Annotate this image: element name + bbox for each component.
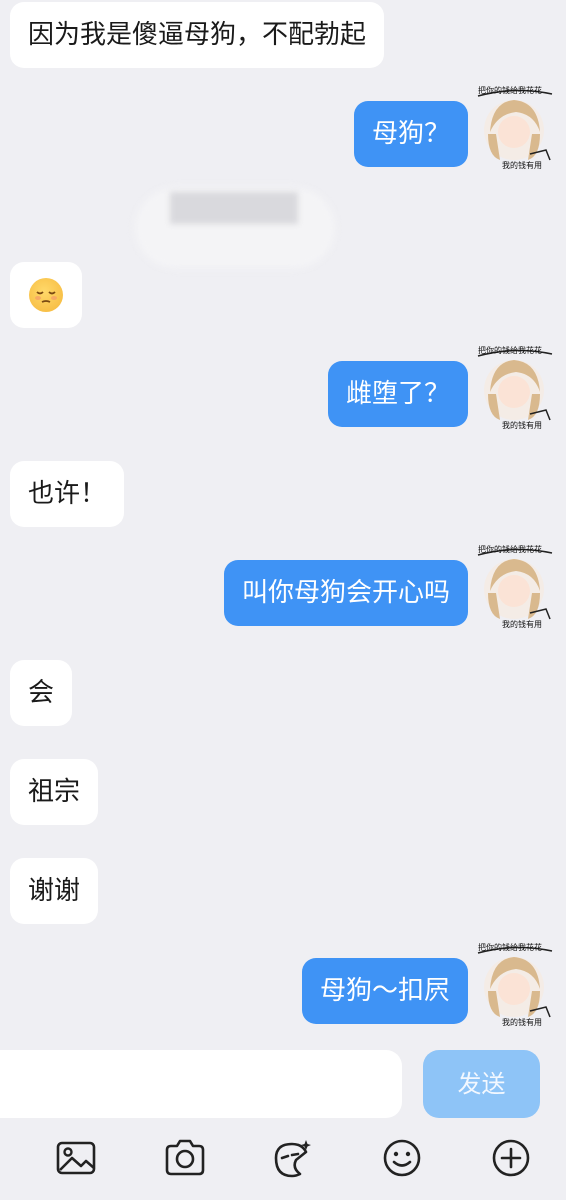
- outgoing-message[interactable]: 母狗？: [353, 101, 468, 167]
- avatar-bottom-caption: 我的钱有用: [502, 619, 542, 629]
- composer-bar: 发送: [0, 1040, 566, 1122]
- message-text: 母狗？: [371, 119, 450, 149]
- message-text: 谢谢: [28, 876, 81, 906]
- message-text: 会: [28, 678, 55, 708]
- camera-icon[interactable]: [163, 1136, 207, 1180]
- avatar-top-caption: 把你的钱给我花花: [478, 544, 542, 554]
- input-toolbar: [0, 1122, 566, 1200]
- message-text: 雌堕了？: [345, 379, 450, 409]
- incoming-message[interactable]: 会: [10, 660, 73, 726]
- plus-icon[interactable]: [489, 1136, 533, 1180]
- incoming-message[interactable]: 祖宗: [10, 759, 99, 825]
- incoming-message[interactable]: 因为我是傻逼母狗，不配勃起: [10, 2, 385, 68]
- incoming-message[interactable]: 也许！: [10, 461, 125, 527]
- avatar-bottom-caption: 我的钱有用: [502, 160, 542, 170]
- avatar[interactable]: 把你的钱给我花花 我的钱有用: [476, 543, 556, 631]
- incoming-message[interactable]: [10, 262, 82, 328]
- message-text: 叫你母狗会开心吗: [241, 578, 450, 608]
- relieved-face-icon: [29, 278, 63, 312]
- incoming-message[interactable]: 谢谢: [10, 858, 99, 924]
- image-icon[interactable]: [54, 1136, 98, 1180]
- redacted-text-blur: [170, 192, 298, 224]
- message-text: 母狗～扣屄: [319, 976, 450, 1006]
- message-text: 也许！: [28, 479, 107, 509]
- outgoing-message[interactable]: 叫你母狗会开心吗: [223, 560, 468, 626]
- avatar-top-caption: 把你的钱给我花花: [478, 345, 542, 355]
- outgoing-message[interactable]: 母狗～扣屄: [301, 958, 468, 1024]
- avatar-top-caption: 把你的钱给我花花: [478, 85, 542, 95]
- avatar-top-caption: 把你的钱给我花花: [478, 942, 542, 952]
- outgoing-message[interactable]: 雌堕了？: [327, 361, 468, 427]
- avatar-bottom-caption: 我的钱有用: [502, 420, 542, 430]
- avatar-bottom-caption: 我的钱有用: [502, 1017, 542, 1027]
- avatar[interactable]: 把你的钱给我花花 我的钱有用: [476, 941, 556, 1029]
- message-text: 祖宗: [28, 777, 81, 807]
- avatar[interactable]: 把你的钱给我花花 我的钱有用: [476, 344, 556, 432]
- message-input[interactable]: [0, 1050, 402, 1118]
- avatar[interactable]: 把你的钱给我花花 我的钱有用: [476, 84, 556, 172]
- send-button[interactable]: 发送: [423, 1050, 540, 1118]
- sticker-icon[interactable]: [270, 1136, 314, 1180]
- emoji-icon[interactable]: [380, 1136, 424, 1180]
- chat-area[interactable]: 因为我是傻逼母狗，不配勃起 母狗？ 把你的钱给我花花 我的钱有用 雌堕了？ 把你…: [0, 0, 566, 1040]
- message-text: 因为我是傻逼母狗，不配勃起: [28, 20, 367, 50]
